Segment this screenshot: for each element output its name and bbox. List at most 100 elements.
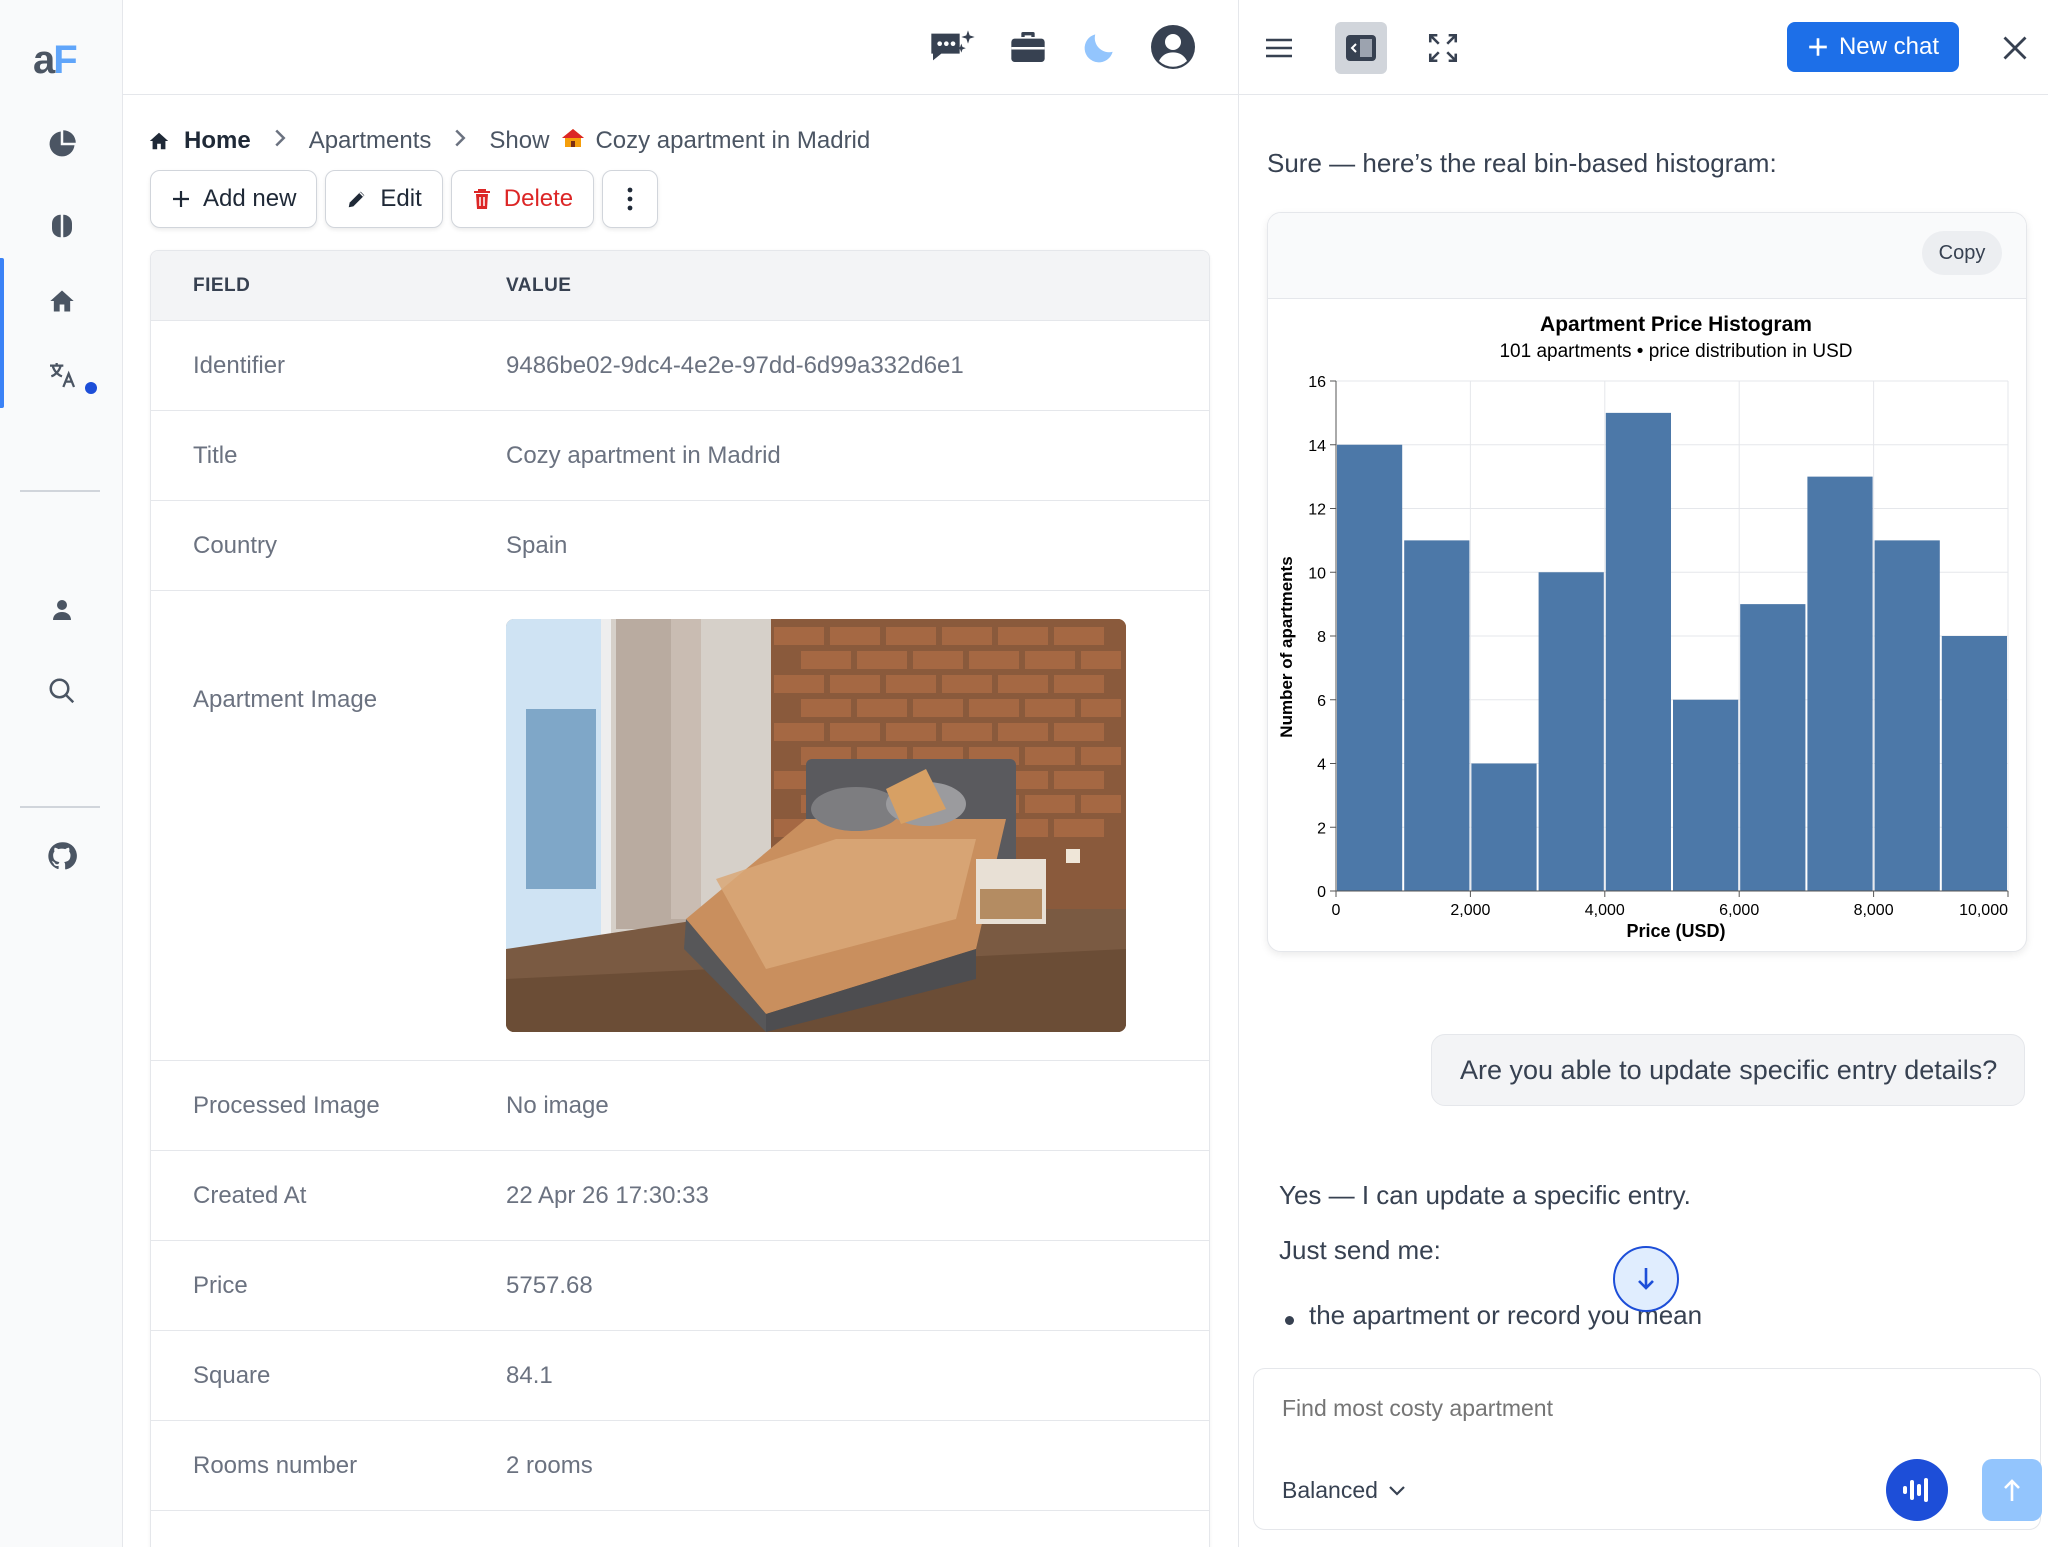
field-label: Price [193, 1271, 248, 1299]
user-icon[interactable] [44, 592, 80, 628]
kebab-icon [627, 187, 633, 211]
home-icon[interactable] [148, 130, 170, 152]
chat-input[interactable] [1282, 1395, 1982, 1422]
trash-icon [473, 189, 490, 209]
field-label: Created At [193, 1181, 307, 1209]
table-row: Apartment Image [151, 591, 1209, 1061]
new-chat-label: New chat [1838, 33, 1940, 60]
dark-mode-icon[interactable] [1075, 22, 1125, 72]
histogram-bar [1538, 572, 1604, 891]
table-row: Price 5757.68 [151, 1241, 1209, 1331]
field-label: Identifier [193, 351, 286, 379]
dock-panel-icon[interactable] [1335, 22, 1387, 74]
mode-selector[interactable]: Balanced [1282, 1477, 1406, 1504]
histogram-bar [1337, 444, 1403, 891]
github-icon[interactable] [44, 838, 80, 874]
y-axis-label: Number of apartments [1277, 556, 1296, 737]
search-icon[interactable] [44, 673, 80, 709]
chat-panel: New chat Sure — here’s the real bin-base… [1238, 0, 2048, 1547]
field-value: Cozy apartment in Madrid [506, 441, 781, 469]
app-logo[interactable]: aF [33, 38, 78, 83]
y-tick-label: 14 [1308, 438, 1326, 455]
breadcrumb: Home Apartments Show Cozy apartment in M… [148, 124, 870, 158]
assistant-reply-line: Yes — I can update a specific entry. [1279, 1180, 1691, 1210]
pencil-icon [349, 191, 365, 208]
translate-icon[interactable] [44, 357, 80, 393]
scroll-to-bottom-button[interactable] [1613, 1246, 1679, 1312]
field-value: 2 rooms [506, 1451, 593, 1479]
breadcrumb-current: Cozy apartment in Madrid [595, 127, 871, 154]
histogram-bar [1404, 540, 1470, 891]
brain-icon[interactable] [44, 208, 80, 244]
ai-chat-icon[interactable] [928, 22, 978, 72]
edit-button[interactable]: Edit [325, 170, 443, 228]
field-label: Title [193, 441, 238, 469]
bullet-marker [1285, 1316, 1294, 1325]
rail-divider [20, 490, 100, 492]
y-tick-label: 12 [1308, 502, 1326, 519]
table-row: Identifier 9486be02-9dc4-4e2e-97dd-6d99a… [151, 321, 1209, 411]
histogram-bar [1471, 763, 1537, 891]
value-column-header: VALUE [506, 274, 572, 296]
breadcrumb-home[interactable]: Home [184, 127, 251, 155]
x-tick-label: 2,000 [1450, 902, 1490, 919]
x-tick-label: 6,000 [1719, 902, 1759, 919]
field-label: Processed Image [193, 1091, 380, 1119]
account-avatar-icon[interactable] [1148, 22, 1198, 72]
chevron-down-icon [1389, 1485, 1405, 1496]
apartment-photo[interactable] [506, 619, 1126, 1032]
active-indicator [0, 258, 4, 408]
expand-icon[interactable] [1417, 22, 1469, 74]
breadcrumb-apartments[interactable]: Apartments [309, 127, 432, 155]
edit-label: Edit [380, 185, 422, 212]
rail-divider-2 [20, 806, 100, 808]
y-tick-label: 6 [1317, 693, 1326, 710]
copy-button[interactable]: Copy [1922, 231, 2002, 275]
chat-composer: Balanced [1253, 1368, 2042, 1530]
field-value [506, 591, 1209, 1032]
field-label: Square [193, 1361, 271, 1389]
voice-input-button[interactable] [1886, 1459, 1948, 1521]
y-tick-label: 8 [1317, 629, 1326, 646]
histogram-bar [1605, 412, 1671, 891]
y-tick-label: 10 [1308, 565, 1326, 582]
plus-icon [173, 191, 189, 207]
send-button[interactable] [1982, 1459, 2042, 1521]
y-tick-label: 2 [1317, 820, 1326, 837]
x-axis-label: Price (USD) [1626, 921, 1725, 941]
home-icon[interactable] [44, 283, 80, 319]
table-row: Square 84.1 [151, 1331, 1209, 1421]
plus-icon [1809, 38, 1827, 56]
table-row: Processed Image No image [151, 1061, 1209, 1151]
table-row: Title Cozy apartment in Madrid [151, 411, 1209, 501]
delete-button[interactable]: Delete [450, 170, 595, 228]
field-value: 9486be02-9dc4-4e2e-97dd-6d99a332d6e1 [506, 351, 964, 379]
close-icon[interactable] [1989, 22, 2041, 74]
field-value: 84.1 [506, 1361, 553, 1389]
histogram-bar [1673, 699, 1739, 891]
top-bar [123, 0, 1238, 95]
chart-subtitle: 101 apartments • price distribution in U… [1499, 341, 1852, 362]
notification-dot [85, 382, 97, 394]
field-value: 22 Apr 26 17:30:33 [506, 1181, 709, 1209]
y-tick-label: 4 [1317, 757, 1326, 774]
menu-icon[interactable] [1253, 22, 1305, 74]
x-tick-label: 8,000 [1854, 902, 1894, 919]
chevron-right-icon [273, 127, 287, 155]
more-actions-button[interactable] [602, 170, 659, 228]
histogram-chart: Apartment Price Histogram 101 apartments… [1277, 313, 2009, 941]
breadcrumb-show: Show [489, 127, 550, 154]
new-chat-button[interactable]: New chat [1787, 22, 1959, 72]
table-row: Country Spain [151, 501, 1209, 591]
add-new-button[interactable]: Add new [150, 170, 318, 228]
arrow-down-icon [1638, 1268, 1654, 1290]
field-label: Country [193, 531, 278, 559]
field-value: No image [506, 1091, 609, 1119]
house-emoji-icon [561, 127, 585, 156]
assistant-message: Sure — here’s the real bin-based histogr… [1267, 148, 1777, 178]
app-root: aF Home Apartments Show Cozy apartment i… [0, 0, 2048, 1547]
briefcase-icon[interactable] [1003, 22, 1053, 72]
dashboard-icon[interactable] [44, 126, 80, 162]
add-new-label: Add new [203, 185, 297, 212]
histogram-bar [1740, 604, 1806, 891]
